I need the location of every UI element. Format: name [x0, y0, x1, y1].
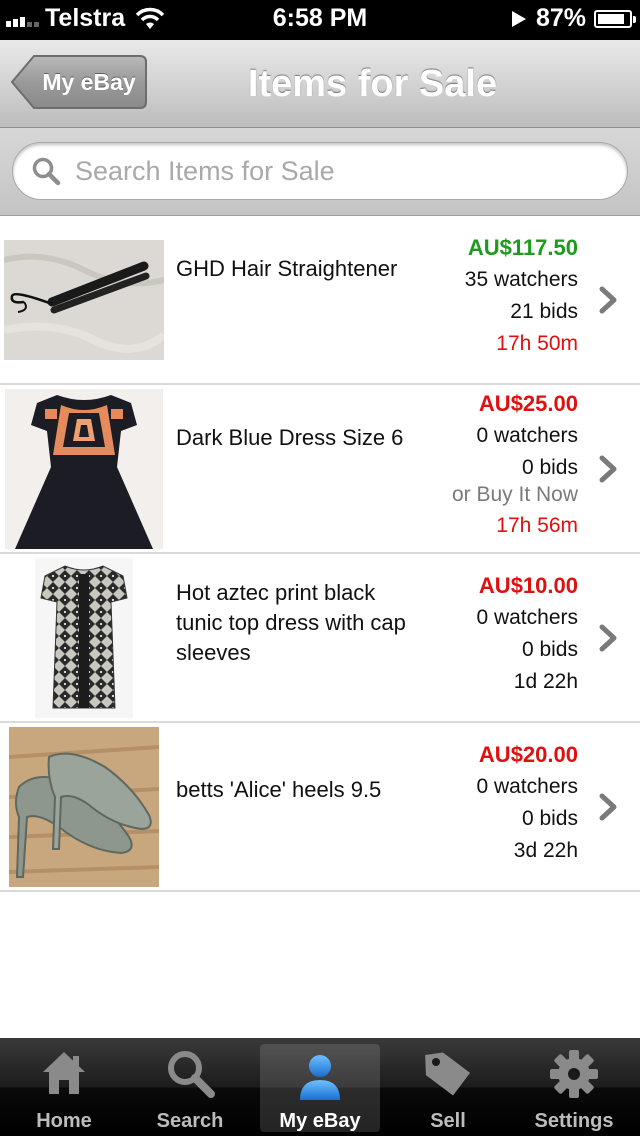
chevron-right-icon [598, 216, 622, 383]
navigation-bar: My eBay Items for Sale [0, 40, 640, 128]
search-field[interactable] [12, 142, 628, 200]
item-photo [34, 554, 134, 721]
item-photo [8, 723, 160, 890]
item-title: betts 'Alice' heels 9.5 [176, 777, 382, 802]
item-price: AU$20.00 [478, 742, 578, 767]
item-bids: 21 bids [510, 300, 578, 323]
item-buy-it-now: or Buy It Now [451, 483, 578, 506]
battery-icon [594, 9, 636, 28]
tab-settings[interactable]: Settings [514, 1038, 634, 1136]
item-time-left: 1d 22h [513, 670, 578, 693]
items-for-sale-list: GHD Hair Straightener AU$117.50 35 watch… [0, 216, 640, 892]
item-title: GHD Hair Straightener [176, 256, 398, 281]
tab-my-ebay[interactable]: My eBay [260, 1044, 380, 1132]
page-title: Items for Sale [247, 63, 498, 105]
tab-label: Settings [534, 1110, 614, 1132]
item-price: AU$117.50 [467, 235, 578, 260]
list-item[interactable]: betts 'Alice' heels 9.5 AU$20.00 0 watch… [0, 723, 640, 892]
search-icon [168, 1051, 215, 1098]
list-item[interactable]: GHD Hair Straightener AU$117.50 35 watch… [0, 216, 640, 385]
item-meta: AU$25.00 0 watchers 0 bids or Buy It Now… [452, 388, 578, 542]
chevron-right-icon [598, 385, 622, 552]
battery-percent: 87% [535, 4, 586, 32]
item-price: AU$25.00 [478, 391, 578, 416]
gear-icon [550, 1050, 598, 1098]
person-icon [300, 1055, 340, 1100]
item-watchers: 0 watchers [476, 424, 578, 447]
list-item[interactable]: Dark Blue Dress Size 6 AU$25.00 0 watche… [0, 385, 640, 554]
tab-sell[interactable]: Sell [388, 1038, 508, 1136]
item-watchers: 0 watchers [476, 775, 578, 798]
tag-icon [425, 1052, 471, 1096]
list-item[interactable]: Hot aztec print black tunic top dress wi… [0, 554, 640, 723]
item-bids: 0 bids [521, 807, 578, 830]
search-icon [32, 157, 61, 186]
item-time-left: 17h 50m [496, 332, 578, 355]
location-arrow-icon [511, 10, 526, 27]
item-time-left: 3d 22h [513, 839, 578, 862]
battery-level [598, 13, 624, 24]
item-title: Hot aztec print black tunic top dress wi… [176, 580, 406, 665]
tunic-dress-photo [35, 557, 133, 718]
tab-home[interactable]: Home [4, 1038, 124, 1136]
tab-label: My eBay [279, 1110, 361, 1132]
item-price: AU$10.00 [478, 573, 578, 598]
chevron-right-icon [598, 554, 622, 721]
item-watchers: 0 watchers [476, 606, 578, 629]
item-bids: 0 bids [521, 456, 578, 479]
tab-label: Search [156, 1110, 224, 1132]
status-bar: Telstra 6:58 PM 87% [0, 0, 640, 40]
tab-bar: Home Search My eBay Sell Settings [0, 1038, 640, 1136]
hair-straightener-photo [4, 239, 164, 360]
item-meta: AU$20.00 0 watchers 0 bids 3d 22h [476, 739, 578, 867]
tab-label: Home [36, 1110, 92, 1132]
item-title: Dark Blue Dress Size 6 [176, 425, 404, 450]
item-photo [4, 216, 164, 383]
tab-search[interactable]: Search [130, 1038, 250, 1136]
item-time-left: 17h 56m [496, 514, 578, 537]
home-icon [43, 1052, 85, 1094]
search-input[interactable] [73, 154, 597, 188]
item-watchers: 35 watchers [464, 268, 578, 291]
search-bar [0, 128, 640, 216]
item-bids: 0 bids [521, 638, 578, 661]
item-meta: AU$10.00 0 watchers 0 bids 1d 22h [476, 570, 578, 698]
dress-photo [5, 388, 163, 549]
heels-photo [9, 726, 159, 887]
chevron-right-icon [598, 723, 622, 890]
item-photo [4, 385, 164, 552]
item-meta: AU$117.50 35 watchers 21 bids 17h 50m [465, 232, 578, 360]
tab-label: Sell [430, 1110, 466, 1132]
